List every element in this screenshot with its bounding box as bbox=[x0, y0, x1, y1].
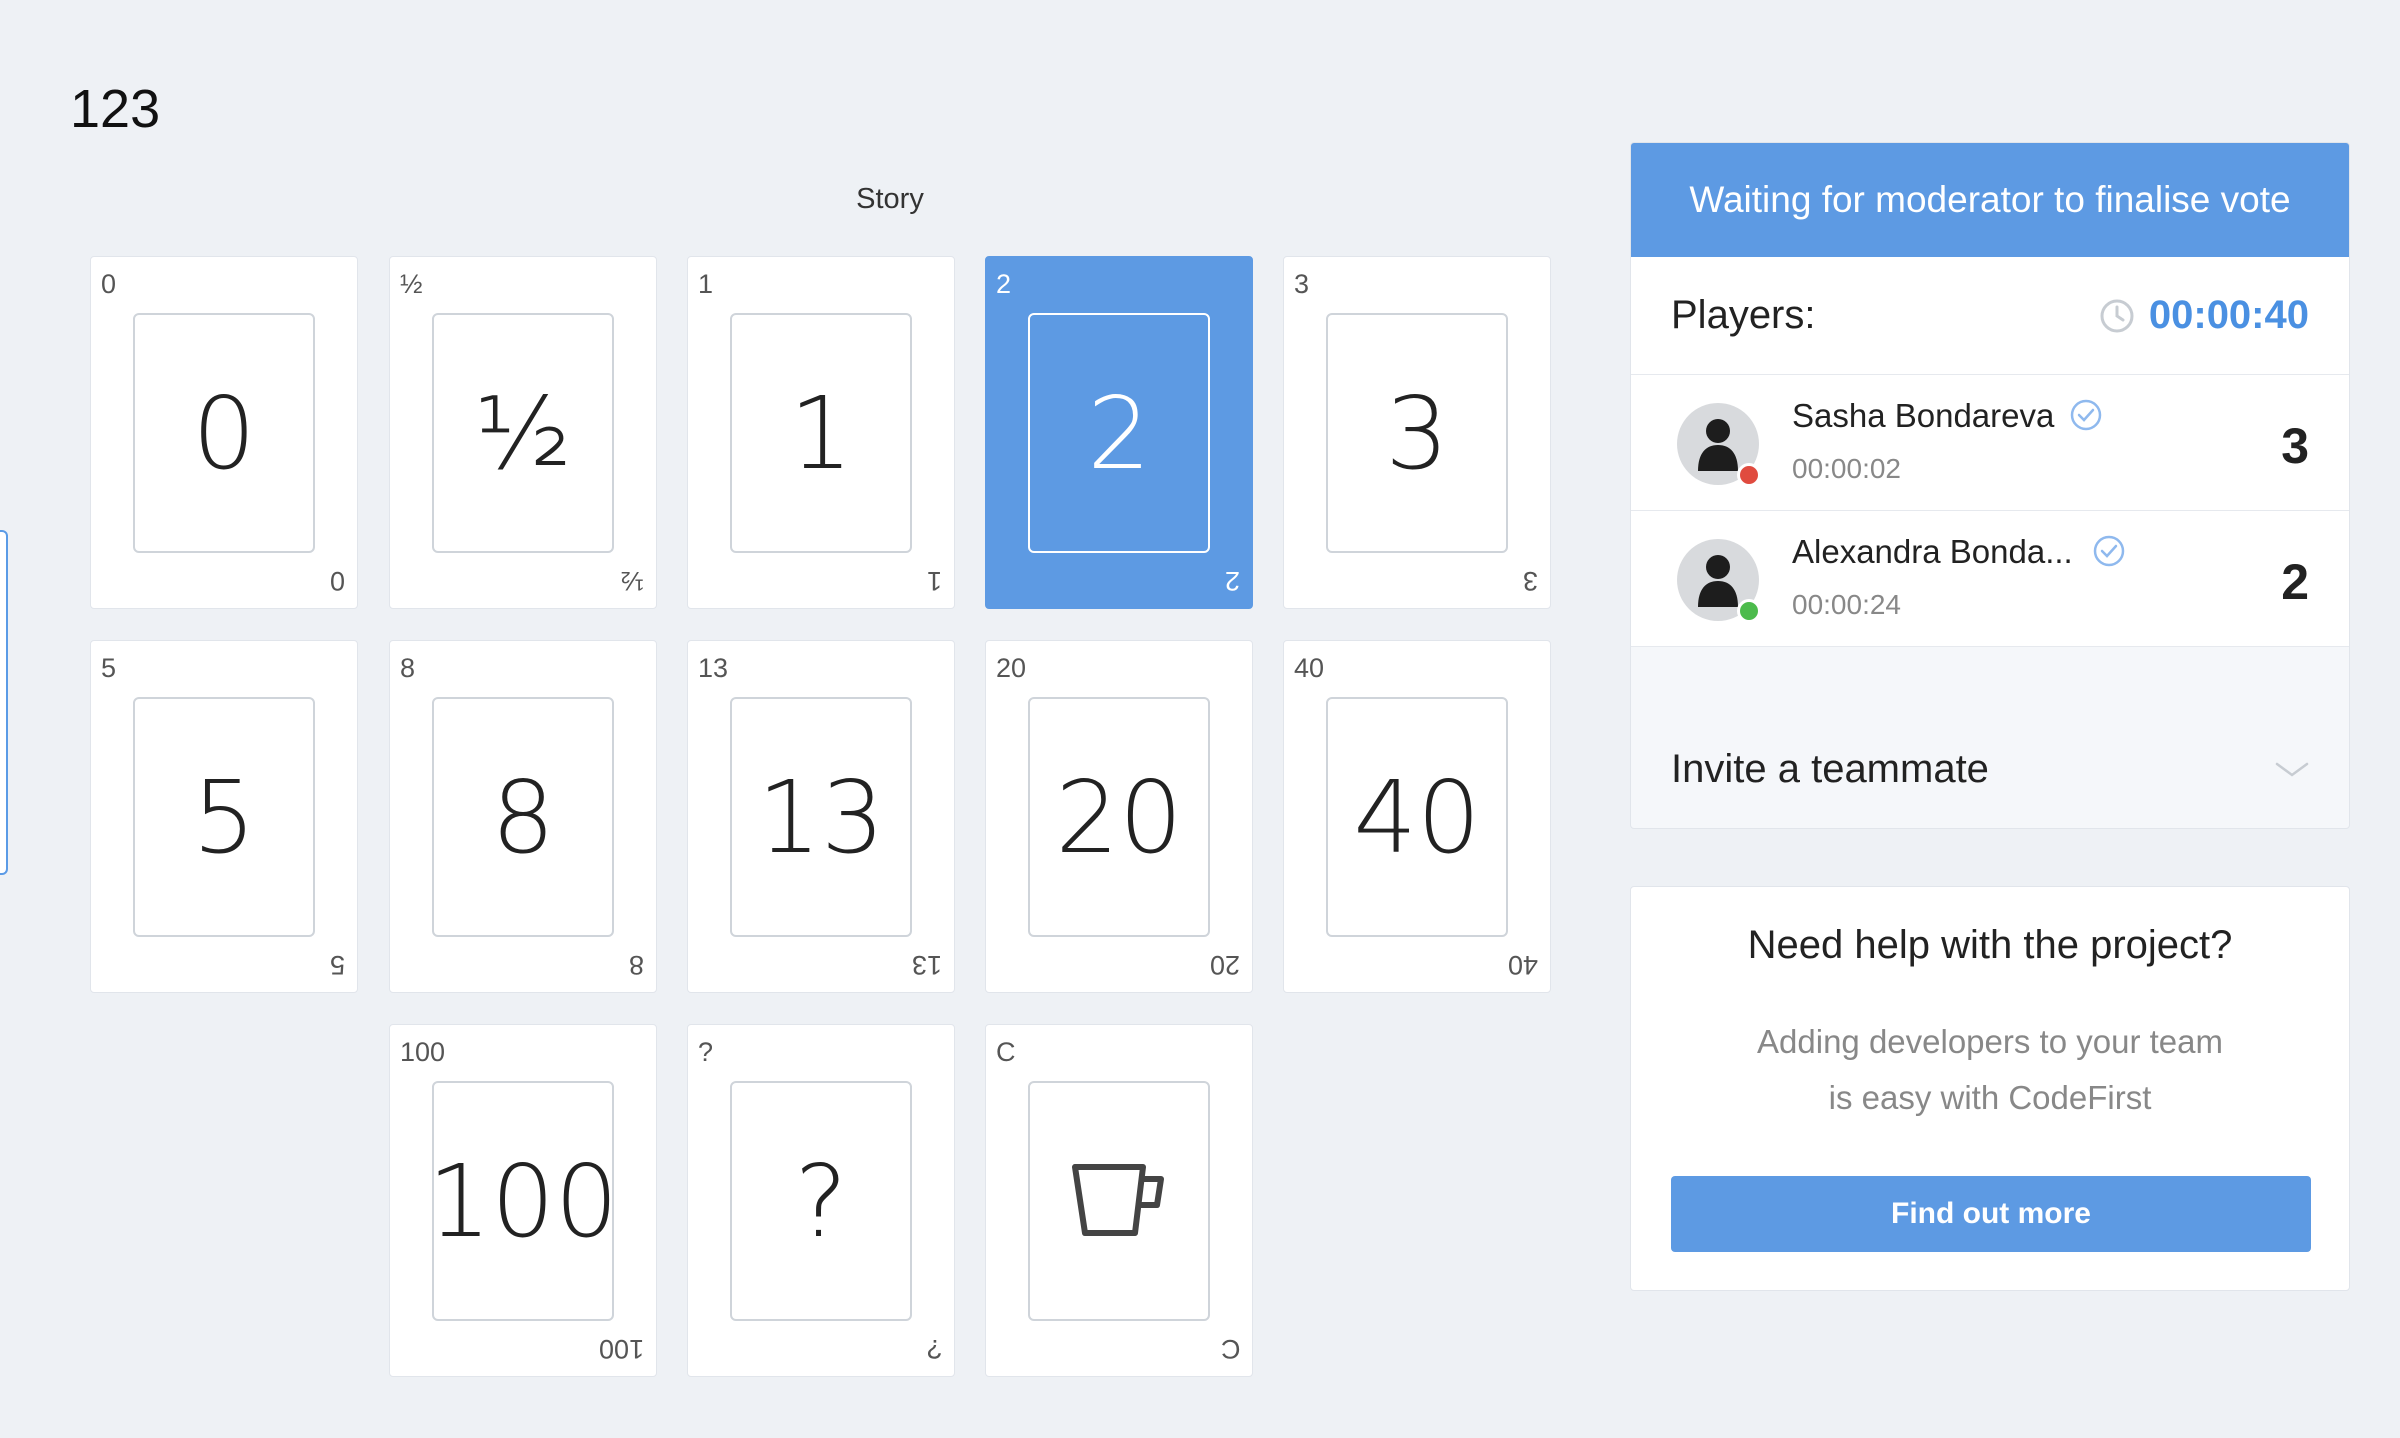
player-time: 00:00:02 bbox=[1792, 453, 1901, 484]
card-corner-bottom: 5 bbox=[329, 950, 345, 980]
card-face: ? bbox=[730, 1081, 912, 1321]
invite-label: Invite a teammate bbox=[1671, 747, 1989, 791]
card-3[interactable]: 3 3 3 bbox=[1283, 256, 1551, 609]
user-icon bbox=[1698, 419, 1738, 471]
card-corner-bottom: 0 bbox=[329, 566, 345, 596]
card-corner-bottom: ? bbox=[926, 1334, 942, 1364]
card-20[interactable]: 20 20 20 bbox=[985, 640, 1253, 993]
player-vote: 3 bbox=[2281, 418, 2309, 474]
clock-icon bbox=[2100, 299, 2134, 332]
card-8[interactable]: 8 8 8 bbox=[389, 640, 657, 993]
room-title: 123 bbox=[70, 79, 161, 139]
card-corner-bottom: 20 bbox=[1209, 950, 1240, 980]
card-1[interactable]: 1 1 1 bbox=[687, 256, 955, 609]
invite-teammate-toggle[interactable]: Invite a teammate bbox=[1631, 711, 2349, 828]
card-deck: 0 0 0 ½ ½ ½ 1 1 1 2 2 2 3 3 3 5 5 5 8 8 … bbox=[90, 256, 1551, 1377]
players-label: Players: bbox=[1671, 293, 1816, 337]
card-face: 100 bbox=[428, 1081, 618, 1321]
player-time: 00:00:24 bbox=[1792, 589, 1901, 620]
card-corner-top: 20 bbox=[996, 653, 1027, 683]
card-face: 1 bbox=[730, 313, 912, 553]
card-face: 8 bbox=[432, 697, 614, 937]
user-icon bbox=[1698, 555, 1738, 607]
card-13[interactable]: 13 13 13 bbox=[687, 640, 955, 993]
card-corner-top: C bbox=[996, 1037, 1016, 1067]
story-label: Story bbox=[856, 183, 924, 215]
help-title: Need help with the project? bbox=[1747, 923, 2233, 967]
coffee-cup-icon bbox=[1072, 1164, 1164, 1236]
card-face bbox=[1028, 1081, 1210, 1321]
find-out-more-button[interactable]: Find out more bbox=[1671, 1176, 2311, 1252]
card-question[interactable]: ? ? ? bbox=[687, 1024, 955, 1377]
card-corner-bottom: C bbox=[1220, 1334, 1241, 1364]
card-corner-bottom: 3 bbox=[1522, 566, 1538, 596]
card-corner-bottom: 13 bbox=[911, 950, 942, 980]
voted-check-icon bbox=[2093, 535, 2125, 567]
avatar bbox=[1677, 403, 1761, 487]
player-vote: 2 bbox=[2281, 554, 2309, 610]
card-face: 40 bbox=[1326, 697, 1508, 937]
round-timer: 00:00:40 bbox=[2148, 293, 2309, 337]
help-card: Need help with the project? Adding devel… bbox=[1630, 886, 2350, 1291]
card-face: 3 bbox=[1326, 313, 1508, 553]
help-description-line2: is easy with CodeFirst bbox=[1828, 1079, 2152, 1116]
player-name: Sasha Bondareva bbox=[1792, 397, 2055, 434]
card-corner-bottom: 8 bbox=[628, 950, 644, 980]
card-100[interactable]: 100 100 100 bbox=[389, 1024, 657, 1377]
voting-panel: Waiting for moderator to finalise vote P… bbox=[1630, 142, 2350, 829]
card-half[interactable]: ½ ½ ½ bbox=[389, 256, 657, 609]
player-row: Alexandra Bonda... 00:00:24 2 bbox=[1631, 511, 2349, 647]
card-40[interactable]: 40 40 40 bbox=[1283, 640, 1551, 993]
card-face: 0 bbox=[133, 313, 315, 553]
card-corner-top: 100 bbox=[400, 1037, 446, 1067]
status-dot-offline bbox=[1737, 463, 1761, 487]
card-corner-bottom: 2 bbox=[1224, 566, 1240, 596]
card-corner-top: 0 bbox=[101, 269, 117, 299]
card-corner-top: 2 bbox=[996, 269, 1012, 299]
card-face: ½ bbox=[432, 313, 614, 553]
card-corner-top: 3 bbox=[1294, 269, 1310, 299]
card-corner-bottom: 100 bbox=[598, 1334, 644, 1364]
card-5[interactable]: 5 5 5 bbox=[90, 640, 358, 993]
card-2-selected[interactable]: 2 2 2 bbox=[985, 256, 1253, 609]
card-corner-top: 5 bbox=[101, 653, 117, 683]
card-face: 2 bbox=[1028, 313, 1210, 553]
card-corner-bottom: 1 bbox=[926, 566, 942, 596]
card-corner-bottom: 40 bbox=[1507, 950, 1538, 980]
card-face: 5 bbox=[133, 697, 315, 937]
player-name: Alexandra Bonda... bbox=[1792, 533, 2073, 570]
card-corner-top: 13 bbox=[698, 653, 729, 683]
side-tab-handle[interactable] bbox=[0, 530, 8, 875]
card-corner-top: 8 bbox=[400, 653, 416, 683]
card-coffee[interactable]: C C bbox=[985, 1024, 1253, 1377]
avatar bbox=[1677, 539, 1761, 623]
players-header: Players: 00:00:40 bbox=[1631, 257, 2349, 375]
card-face: 13 bbox=[730, 697, 912, 937]
panel-status-header: Waiting for moderator to finalise vote bbox=[1631, 143, 2349, 257]
card-corner-top: 40 bbox=[1294, 653, 1325, 683]
player-row: Sasha Bondareva 00:00:02 3 bbox=[1631, 375, 2349, 511]
card-corner-bottom: ½ bbox=[621, 566, 644, 596]
voted-check-icon bbox=[2070, 399, 2102, 431]
status-dot-online bbox=[1737, 599, 1761, 623]
help-description-line1: Adding developers to your team bbox=[1757, 1023, 2223, 1060]
card-0[interactable]: 0 0 0 bbox=[90, 256, 358, 609]
card-face: 20 bbox=[1028, 697, 1210, 937]
card-corner-top: ? bbox=[698, 1037, 714, 1067]
chevron-down-icon bbox=[2275, 762, 2309, 777]
card-corner-top: 1 bbox=[698, 269, 714, 299]
card-corner-top: ½ bbox=[400, 269, 423, 299]
